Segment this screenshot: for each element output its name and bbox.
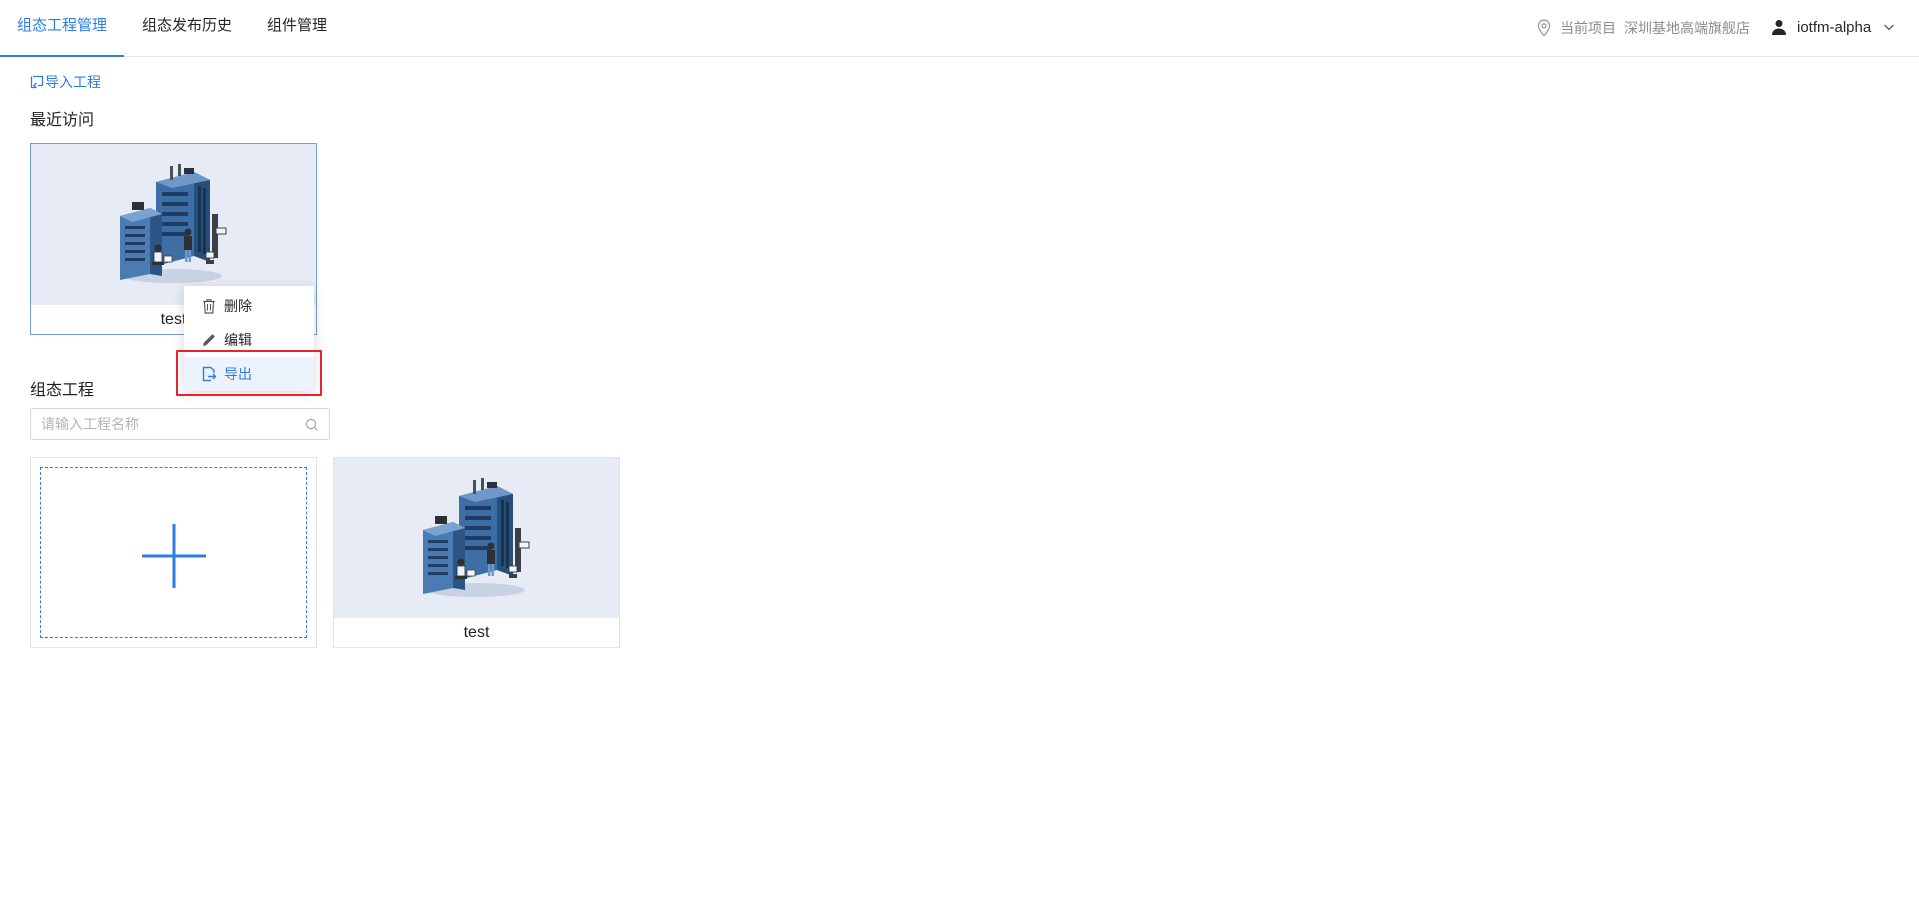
search-icon[interactable] [305,418,319,432]
add-project-card[interactable] [30,457,317,648]
project-thumbnail [31,144,316,306]
trash-icon [203,299,215,314]
location-pin-icon [1537,19,1551,37]
import-project-label: 导入工程 [45,74,101,90]
tab-component-management[interactable]: 组件管理 [258,0,336,57]
recent-section-title: 最近访问 [30,112,95,129]
menu-item-delete-label: 删除 [224,298,252,314]
plus-icon [142,524,206,588]
current-project-info: 当前项目 深圳基地高端旗舰店 [1536,16,1750,40]
import-icon [30,75,44,89]
chevron-down-icon [1884,24,1895,31]
project-search-box[interactable] [30,408,330,440]
user-menu[interactable]: iotfm-alpha [1771,14,1895,40]
server-room-illustration [423,478,530,597]
user-icon [1772,20,1786,35]
menu-item-edit[interactable]: 编辑 [184,323,314,357]
pencil-icon [203,334,215,346]
export-icon [202,366,217,382]
project-context-menu: 删除 编辑 导出 [184,286,314,391]
top-navigation-bar: 组态工程管理 组态发布历史 组件管理 当前项目 深圳基地高端旗舰店 iotfm-… [0,0,1919,57]
menu-item-edit-label: 编辑 [224,332,252,348]
menu-item-delete[interactable]: 删除 [184,289,314,323]
menu-item-export[interactable]: 导出 [184,357,314,391]
import-project-link[interactable]: 导入工程 [30,72,101,92]
project-card[interactable]: test [333,457,620,648]
tab-project-management[interactable]: 组态工程管理 [0,0,124,57]
projects-section-title: 组态工程 [30,382,95,399]
project-name: test [334,618,619,647]
current-project-name: 深圳基地高端旗舰店 [1624,20,1750,36]
project-search-input[interactable] [31,409,296,439]
menu-item-export-label: 导出 [224,366,252,382]
tab-publish-history[interactable]: 组态发布历史 [128,0,246,57]
project-thumbnail [334,458,619,620]
server-room-illustration [120,164,227,283]
current-project-label: 当前项目 [1560,20,1616,36]
username: iotfm-alpha [1797,18,1872,36]
